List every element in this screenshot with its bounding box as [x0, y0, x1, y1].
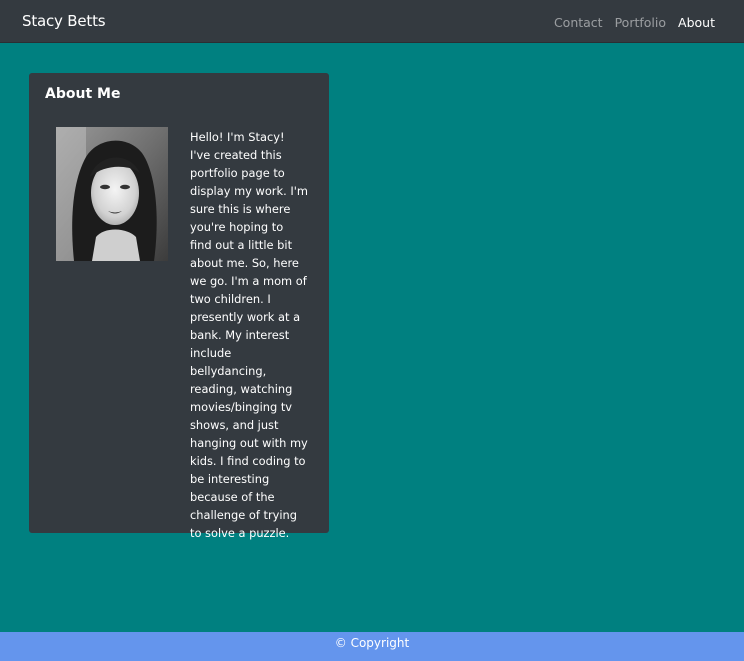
portrait-image: [56, 127, 168, 261]
nav-link-about[interactable]: About: [678, 15, 715, 30]
about-card: About Me Hello! I'm Stacy! I've created …: [29, 73, 329, 540]
nav-link-contact[interactable]: Contact: [554, 15, 603, 30]
top-navbar: Stacy Betts Contact Portfolio About: [0, 0, 744, 43]
nav-link-portfolio[interactable]: Portfolio: [615, 15, 666, 30]
about-title: About Me: [45, 86, 121, 102]
brand-name[interactable]: Stacy Betts: [22, 12, 106, 30]
about-bio-text: Hello! I'm Stacy! I've created this port…: [190, 130, 308, 540]
nav-links: Contact Portfolio About: [554, 15, 715, 30]
copyright-text: © Copyright: [334, 636, 410, 650]
footer: © Copyright: [0, 632, 744, 661]
profile-photo: [56, 127, 168, 261]
